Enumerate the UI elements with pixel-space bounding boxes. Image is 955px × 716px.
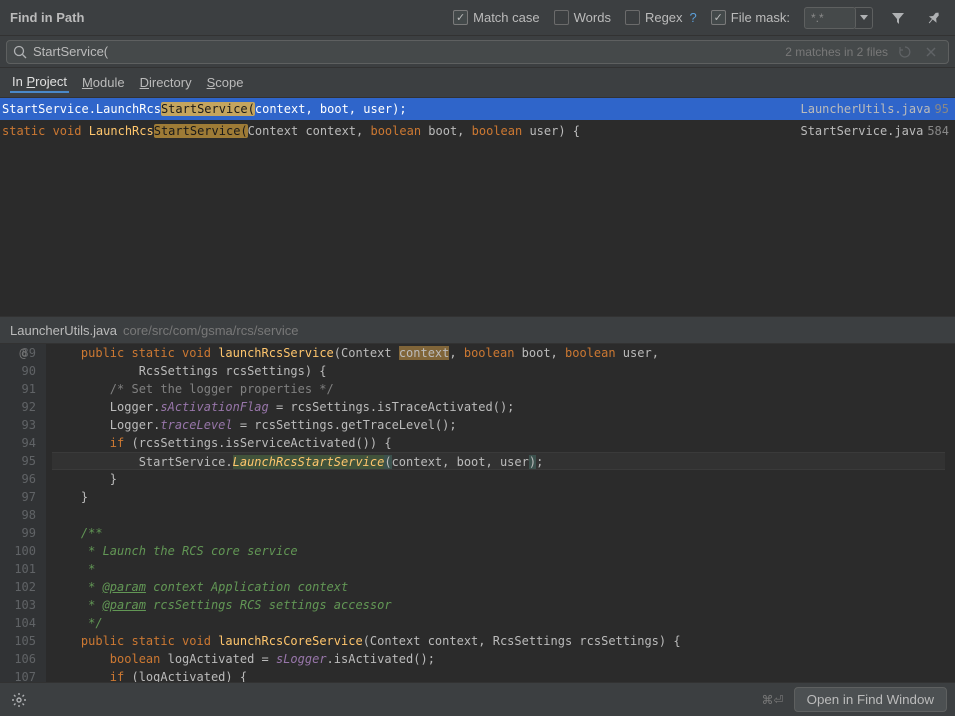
- file-mask-option[interactable]: File mask:: [711, 10, 790, 25]
- search-row: 2 matches in 2 files: [0, 36, 955, 68]
- tab-scope[interactable]: Scope: [205, 73, 246, 92]
- search-container: 2 matches in 2 files: [6, 40, 949, 64]
- result-file: StartService.java: [800, 124, 923, 138]
- file-mask-checkbox[interactable]: [711, 10, 726, 25]
- preview-header: LauncherUtils.java core/src/com/gsma/rcs…: [0, 316, 955, 344]
- filter-icon[interactable]: [887, 7, 909, 29]
- file-mask-input[interactable]: [804, 7, 856, 29]
- gutter-change-marker: @: [0, 344, 46, 362]
- shortcut-hint: ⌘⏎: [762, 693, 784, 707]
- file-mask-dropdown[interactable]: [855, 7, 873, 29]
- regex-label: Regex: [645, 10, 683, 25]
- preview-path: core/src/com/gsma/rcs/service: [123, 323, 299, 338]
- result-line: 95: [935, 102, 949, 116]
- preview-filename: LauncherUtils.java: [10, 323, 117, 338]
- words-label: Words: [574, 10, 611, 25]
- file-mask-label: File mask:: [731, 10, 790, 25]
- result-row[interactable]: StartService.LaunchRcsStartService(conte…: [0, 98, 955, 120]
- scope-tabs: In Project Module Directory Scope: [0, 68, 955, 98]
- tab-in-project[interactable]: In Project: [10, 72, 69, 93]
- header-bar: Find in Path Match case Words Regex ? Fi…: [0, 0, 955, 36]
- code-preview[interactable]: 8990919293949596979899100101102103104105…: [0, 344, 955, 686]
- open-find-window-button[interactable]: Open in Find Window: [794, 687, 947, 712]
- footer: ⌘⏎ Open in Find Window: [0, 682, 955, 716]
- history-icon[interactable]: [894, 41, 916, 63]
- result-file: LauncherUtils.java: [801, 102, 931, 116]
- gear-icon[interactable]: [8, 689, 30, 711]
- tab-module[interactable]: Module: [80, 73, 127, 92]
- match-status: 2 matches in 2 files: [785, 45, 888, 59]
- regex-help-link[interactable]: ?: [690, 10, 697, 25]
- words-option[interactable]: Words: [554, 10, 611, 25]
- result-row[interactable]: static void LaunchRcsStartService(Contex…: [0, 120, 955, 142]
- scrollbar[interactable]: [945, 344, 955, 686]
- search-input[interactable]: [33, 44, 777, 59]
- pin-icon[interactable]: [923, 7, 945, 29]
- close-icon[interactable]: [920, 41, 942, 63]
- results-list: StartService.LaunchRcsStartService(conte…: [0, 98, 955, 316]
- match-case-checkbox[interactable]: [453, 10, 468, 25]
- regex-option[interactable]: Regex ?: [625, 10, 697, 25]
- regex-checkbox[interactable]: [625, 10, 640, 25]
- match-case-option[interactable]: Match case: [453, 10, 539, 25]
- result-line: 584: [927, 124, 949, 138]
- tab-directory[interactable]: Directory: [138, 73, 194, 92]
- words-checkbox[interactable]: [554, 10, 569, 25]
- search-icon: [13, 45, 27, 59]
- dialog-title: Find in Path: [10, 10, 453, 25]
- match-case-label: Match case: [473, 10, 539, 25]
